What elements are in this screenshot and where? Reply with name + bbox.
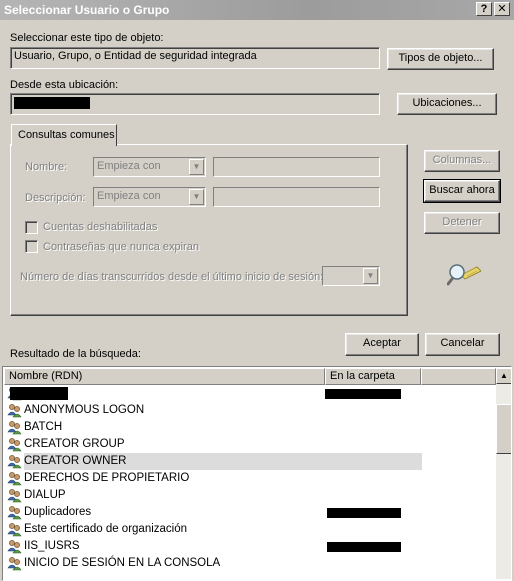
list-item-name: DERECHOS DE PROPIETARIO [24, 472, 190, 484]
description-operator-value: Empieza con [97, 190, 161, 202]
redacted-name [10, 387, 68, 400]
list-item[interactable]: Este certificado de organización [4, 521, 494, 538]
search-results-label: Resultado de la búsqueda: [10, 348, 141, 360]
stop-button[interactable]: Detener [424, 212, 500, 234]
search-now-button[interactable]: Buscar ahora [423, 179, 501, 203]
user-group-icon [7, 505, 22, 520]
user-group-icon [7, 556, 22, 571]
description-label: Descripción: [25, 192, 86, 204]
name-input[interactable] [213, 157, 380, 177]
user-group-icon [7, 403, 22, 418]
magnifier-icon [446, 261, 482, 287]
list-item-selected[interactable]: CREATOR OWNER [4, 453, 494, 470]
list-item-name: CREATOR OWNER [24, 455, 127, 467]
list-item-name: Duplicadores [24, 506, 92, 518]
list-item[interactable]: CREATOR GROUP [4, 436, 494, 453]
user-group-icon [7, 454, 22, 469]
list-item-name: Este certificado de organización [24, 523, 188, 535]
list-item[interactable] [4, 385, 494, 402]
locations-button[interactable]: Ubicaciones... [397, 93, 497, 115]
disabled-accounts-checkbox[interactable] [25, 221, 38, 234]
list-item[interactable]: DERECHOS DE PROPIETARIO [4, 470, 494, 487]
list-item[interactable]: ANONYMOUS LOGON [4, 402, 494, 419]
ok-button[interactable]: Aceptar [345, 333, 419, 356]
column-header-empty [421, 368, 496, 385]
object-types-button[interactable]: Tipos de objeto... [387, 48, 494, 70]
list-item[interactable]: INICIO DE SESIÓN EN LA CONSOLA [4, 555, 494, 572]
search-results-list[interactable]: Nombre (RDN) En la carpeta ANONYMOUS LOG… [2, 366, 512, 581]
name-operator-value: Empieza con [97, 160, 161, 172]
chevron-down-icon: ▼ [189, 159, 204, 175]
days-since-logon-label: Número de días transcurridos desde el úl… [20, 271, 324, 283]
non-expiring-label: Contraseñas que nunca expiran [43, 241, 199, 253]
list-item[interactable]: IIS_IUSRS [4, 538, 494, 555]
user-group-icon [7, 420, 22, 435]
redacted-folder [327, 542, 401, 552]
list-item[interactable]: Duplicadores [4, 504, 494, 521]
column-header-folder[interactable]: En la carpeta [325, 368, 421, 385]
user-group-icon [7, 539, 22, 554]
list-item-name: CREATOR GROUP [24, 438, 125, 450]
list-item[interactable]: BATCH [4, 419, 494, 436]
description-operator-select[interactable]: Empieza con ▼ [93, 187, 206, 207]
scroll-thumb[interactable] [496, 404, 511, 454]
cancel-button[interactable]: Cancelar [425, 333, 500, 356]
name-label: Nombre: [25, 161, 68, 173]
object-type-label: Seleccionar este tipo de objeto: [10, 32, 164, 44]
column-header-name[interactable]: Nombre (RDN) [4, 368, 325, 385]
redacted-location [14, 97, 90, 109]
list-item-name: ANONYMOUS LOGON [24, 404, 145, 416]
list-item-name: INICIO DE SESIÓN EN LA CONSOLA [24, 557, 221, 569]
redacted-folder [325, 389, 401, 399]
location-label: Desde esta ubicación: [10, 79, 119, 91]
location-field [10, 93, 380, 115]
scroll-up-button[interactable]: ▲ [496, 368, 511, 384]
non-expiring-checkbox[interactable] [25, 240, 38, 253]
help-button[interactable]: ? [476, 2, 492, 16]
chevron-down-icon: ▼ [363, 268, 378, 284]
object-type-field: Usuario, Grupo, o Entidad de seguridad i… [10, 47, 380, 69]
list-item-name: DIALUP [24, 489, 66, 501]
columns-button[interactable]: Columnas... [424, 150, 500, 172]
user-group-icon [7, 488, 22, 503]
list-item[interactable]: DIALUP [4, 487, 494, 504]
user-group-icon [7, 471, 22, 486]
user-group-icon [7, 437, 22, 452]
name-operator-select[interactable]: Empieza con ▼ [93, 157, 206, 177]
list-item-name: IIS_IUSRS [24, 540, 80, 552]
results-scrollbar[interactable]: ▲ [496, 368, 511, 579]
window-title: Seleccionar Usuario o Grupo [4, 3, 170, 17]
tab-common-queries[interactable]: Consultas comunes [11, 124, 117, 146]
days-since-logon-select[interactable]: ▼ [322, 266, 380, 286]
disabled-accounts-label: Cuentas deshabilitadas [43, 221, 158, 233]
user-group-icon [7, 522, 22, 537]
list-item-name: BATCH [24, 421, 63, 433]
chevron-down-icon: ▼ [189, 189, 204, 205]
description-input[interactable] [213, 187, 380, 207]
title-bar[interactable]: Seleccionar Usuario o Grupo ? ✕ [0, 0, 514, 20]
redacted-folder [327, 508, 401, 518]
close-button[interactable]: ✕ [494, 2, 510, 16]
